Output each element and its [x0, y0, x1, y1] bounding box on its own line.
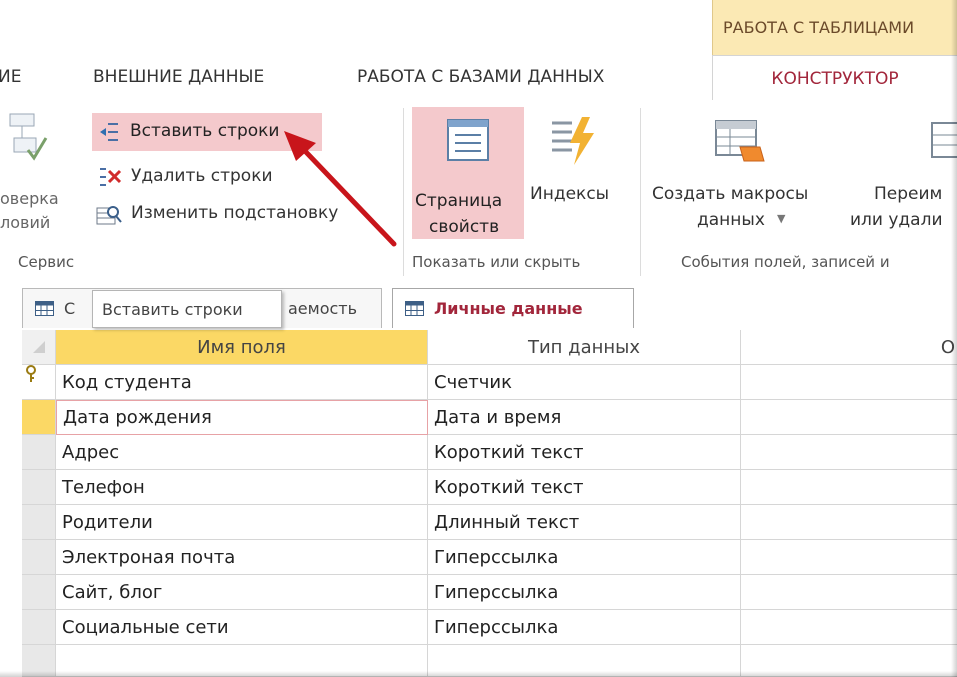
description-cell[interactable] [741, 365, 957, 400]
data-type-cell[interactable]: Короткий текст [428, 435, 741, 470]
insert-rows-label: Вставить строки [130, 121, 280, 141]
field-name-cell[interactable]: Родители [56, 505, 428, 540]
annotation-arrow [284, 131, 397, 247]
group-separator [640, 108, 641, 276]
test-validation-label-2[interactable]: ловий [0, 213, 50, 232]
modify-lookup-icon [96, 203, 122, 227]
frame-shadow [0, 671, 957, 677]
row-selector[interactable] [22, 575, 56, 610]
field-name-cell[interactable]: Сайт, блог [56, 575, 428, 610]
group-label-events: События полей, записей и [681, 253, 890, 271]
context-tab-label: РАБОТА С ТАБЛИЦАМИ [712, 0, 957, 55]
group-label-show-hide: Показать или скрыть [412, 253, 581, 271]
ribbon-tabs: ИЕ ВНЕШНИЕ ДАННЫЕ РАБОТА С БАЗАМИ ДАННЫХ… [0, 55, 957, 101]
data-type-cell[interactable]: Длинный текст [428, 505, 741, 540]
field-name-cell[interactable]: Адрес [56, 435, 428, 470]
create-data-macros-label-2[interactable]: данных [697, 210, 765, 230]
tab-database-tools[interactable]: РАБОТА С БАЗАМИ ДАННЫХ [357, 55, 604, 99]
table-icon [35, 301, 54, 316]
description-cell[interactable] [741, 610, 957, 645]
row-selector[interactable] [22, 505, 56, 540]
property-sheet-button[interactable]: Страница свойств [412, 107, 524, 239]
column-header-description[interactable]: О [741, 330, 957, 365]
context-band: РАБОТА С ТАБЛИЦАМИ [0, 0, 957, 55]
tab-label-start: С [64, 299, 76, 318]
create-data-macros-button[interactable]: Создать макросы [652, 184, 808, 204]
ribbon: оверка ловий Вставить строки Удалить стр… [0, 100, 957, 283]
tooltip: Вставить строки [92, 290, 282, 328]
tab-personal-data-label: Личные данные [434, 299, 583, 318]
description-cell[interactable] [741, 400, 957, 435]
tab-home[interactable]: ИЕ [0, 55, 21, 99]
test-validation-icon[interactable] [8, 110, 50, 172]
delete-rows-icon [98, 165, 122, 189]
property-sheet-label-2: свойств [429, 217, 500, 237]
indexes-button[interactable]: Индексы [530, 184, 609, 204]
indexes-icon [548, 115, 598, 167]
rename-macro-button[interactable]: Переим [874, 184, 942, 204]
tab-external-data[interactable]: ВНЕШНИЕ ДАННЫЕ [93, 55, 264, 99]
data-type-cell[interactable]: Дата и время [428, 400, 741, 435]
access-window: РАБОТА С ТАБЛИЦАМИ ИЕ ВНЕШНИЕ ДАННЫЕ РАБ… [0, 0, 957, 677]
field-name-cell[interactable]: Электроная почта [56, 540, 428, 575]
column-header-data-type[interactable]: Тип данных [428, 330, 741, 365]
field-name-cell-active[interactable]: Дата рождения [56, 400, 428, 435]
data-type-cell[interactable]: Гиперссылка [428, 540, 741, 575]
test-validation-label-1[interactable]: оверка [0, 189, 59, 208]
property-sheet-icon [445, 117, 491, 163]
data-type-cell[interactable]: Короткий текст [428, 470, 741, 505]
data-type-cell[interactable]: Гиперссылка [428, 575, 741, 610]
row-selector[interactable] [22, 610, 56, 645]
row-selector[interactable] [22, 540, 56, 575]
row-selector[interactable] [22, 470, 56, 505]
row-selector-current[interactable] [22, 400, 56, 435]
table-icon [405, 301, 424, 316]
chevron-down-icon[interactable]: ▼ [777, 212, 785, 225]
rename-macro-label-2[interactable]: или удали [850, 210, 943, 230]
delete-rows-button[interactable]: Удалить строки [131, 166, 273, 186]
row-selector[interactable] [22, 365, 56, 400]
tab-design[interactable]: КОНСТРУКТОР [712, 55, 957, 101]
select-all-corner[interactable] [22, 330, 56, 365]
data-macros-icon [712, 117, 768, 169]
row-selector[interactable] [22, 435, 56, 470]
design-grid: Имя поля Тип данных О Код студента Счетч… [0, 330, 957, 677]
field-name-cell[interactable]: Телефон [56, 470, 428, 505]
data-type-cell[interactable]: Гиперссылка [428, 610, 741, 645]
description-cell[interactable] [741, 470, 957, 505]
description-cell[interactable] [741, 540, 957, 575]
description-cell[interactable] [741, 505, 957, 540]
frame-shadow [951, 0, 957, 677]
primary-key-icon [25, 365, 37, 388]
column-header-field-name[interactable]: Имя поля [56, 330, 428, 365]
field-name-cell[interactable]: Социальные сети [56, 610, 428, 645]
field-name-cell[interactable]: Код студента [56, 365, 428, 400]
group-label-service: Сервис [18, 253, 75, 271]
tab-personal-data[interactable]: Личные данные [392, 288, 634, 328]
tab-label-end: аемость [288, 299, 358, 318]
data-type-cell[interactable]: Счетчик [428, 365, 741, 400]
property-sheet-label-1: Страница [415, 191, 503, 211]
description-cell[interactable] [741, 435, 957, 470]
description-cell[interactable] [741, 575, 957, 610]
insert-rows-icon [98, 121, 120, 143]
